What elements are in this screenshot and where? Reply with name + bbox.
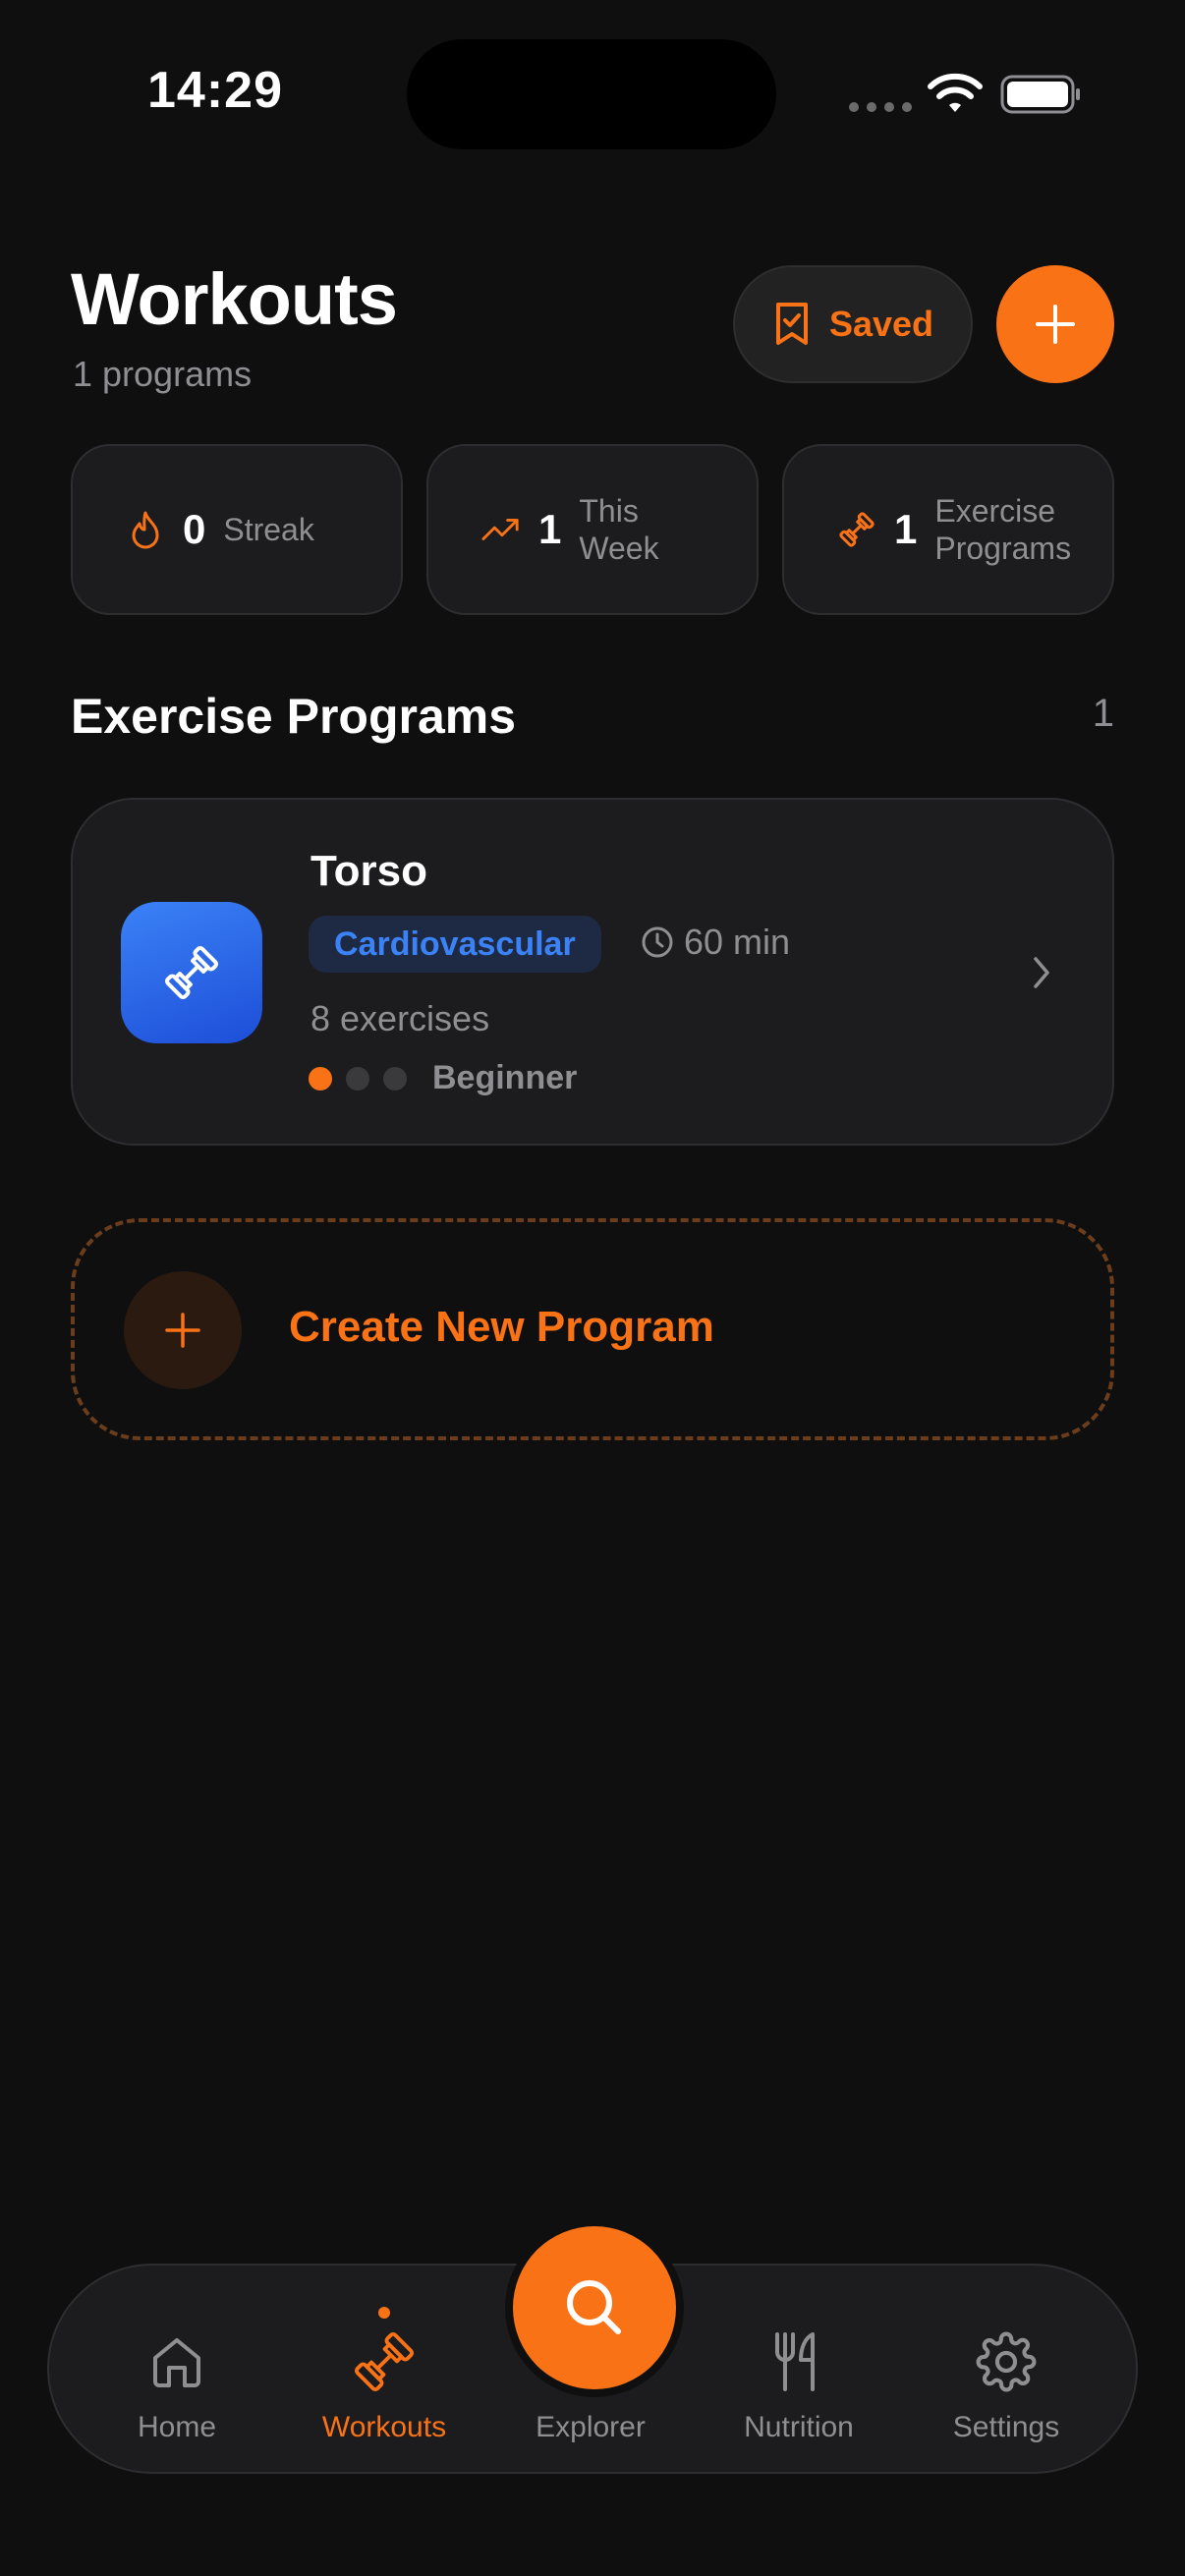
flame-icon	[126, 510, 165, 549]
dumbbell-icon	[164, 945, 219, 1000]
tab-nutrition[interactable]: Nutrition	[701, 2328, 897, 2444]
tab-label: Settings	[952, 2411, 1060, 2443]
home-icon	[145, 2328, 208, 2395]
tab-label: Workouts	[321, 2411, 447, 2443]
dumbbell-icon	[353, 2328, 416, 2395]
tab-workouts[interactable]: Workouts	[286, 2328, 482, 2444]
tab-home[interactable]: Home	[79, 2328, 275, 2444]
saved-button[interactable]: Saved	[733, 265, 973, 383]
program-name: Torso	[310, 847, 427, 895]
trend-up-icon	[481, 510, 521, 549]
tab-settings[interactable]: Settings	[908, 2328, 1104, 2444]
difficulty-level: Beginner	[309, 1059, 577, 1097]
tab-label: Explorer	[536, 2411, 646, 2443]
exercise-count: 8 exercises	[310, 998, 490, 1038]
tab-label: Nutrition	[744, 2411, 854, 2443]
active-tab-indicator	[378, 2307, 390, 2319]
stat-value: 1	[538, 506, 562, 552]
stat-card-exercise-programs: 1 Exercise Programs	[782, 444, 1114, 615]
program-icon	[121, 902, 262, 1043]
plus-icon	[165, 1313, 200, 1348]
add-program-button[interactable]	[996, 265, 1114, 383]
plus-icon	[1036, 305, 1075, 344]
fork-knife-icon	[767, 2328, 830, 2395]
dumbbell-icon	[837, 510, 876, 549]
level-dot	[346, 1066, 369, 1091]
create-plus-circle	[124, 1271, 242, 1389]
status-time: 14:29	[147, 62, 283, 119]
bookmark-check-icon	[775, 303, 808, 345]
program-count-subtitle: 1 programs	[73, 354, 253, 394]
category-badge: Cardiovascular	[309, 916, 601, 973]
chevron-right-icon	[1034, 957, 1049, 988]
explorer-button[interactable]	[513, 2226, 676, 2389]
gear-icon	[975, 2328, 1038, 2395]
duration-text: 60 min	[684, 922, 791, 962]
level-dot	[383, 1066, 407, 1091]
tab-label: Home	[137, 2411, 217, 2443]
saved-button-label: Saved	[828, 304, 934, 344]
level-label: Beginner	[432, 1059, 578, 1096]
section-title: Exercise Programs	[71, 689, 517, 744]
stat-card-streak: 0 Streak	[71, 444, 403, 615]
dynamic-island	[407, 39, 776, 149]
page-title: Workouts	[71, 258, 398, 340]
program-duration: 60 min	[641, 922, 790, 963]
level-dot	[309, 1066, 332, 1091]
battery-icon	[1000, 75, 1080, 114]
wifi-icon	[928, 73, 983, 112]
stat-value: 0	[183, 506, 206, 552]
create-program-label: Create New Program	[289, 1303, 714, 1351]
stat-label: Exercise Programs	[934, 493, 1072, 566]
clock-icon	[642, 926, 673, 958]
search-icon	[567, 2280, 621, 2334]
stat-label: Streak	[223, 512, 314, 547]
stat-card-this-week: 1 This Week	[426, 444, 759, 615]
stat-label: This Week	[579, 493, 659, 566]
section-count: 1	[1092, 692, 1114, 735]
stat-value: 1	[894, 506, 918, 552]
cellular-signal-icon	[849, 102, 912, 112]
